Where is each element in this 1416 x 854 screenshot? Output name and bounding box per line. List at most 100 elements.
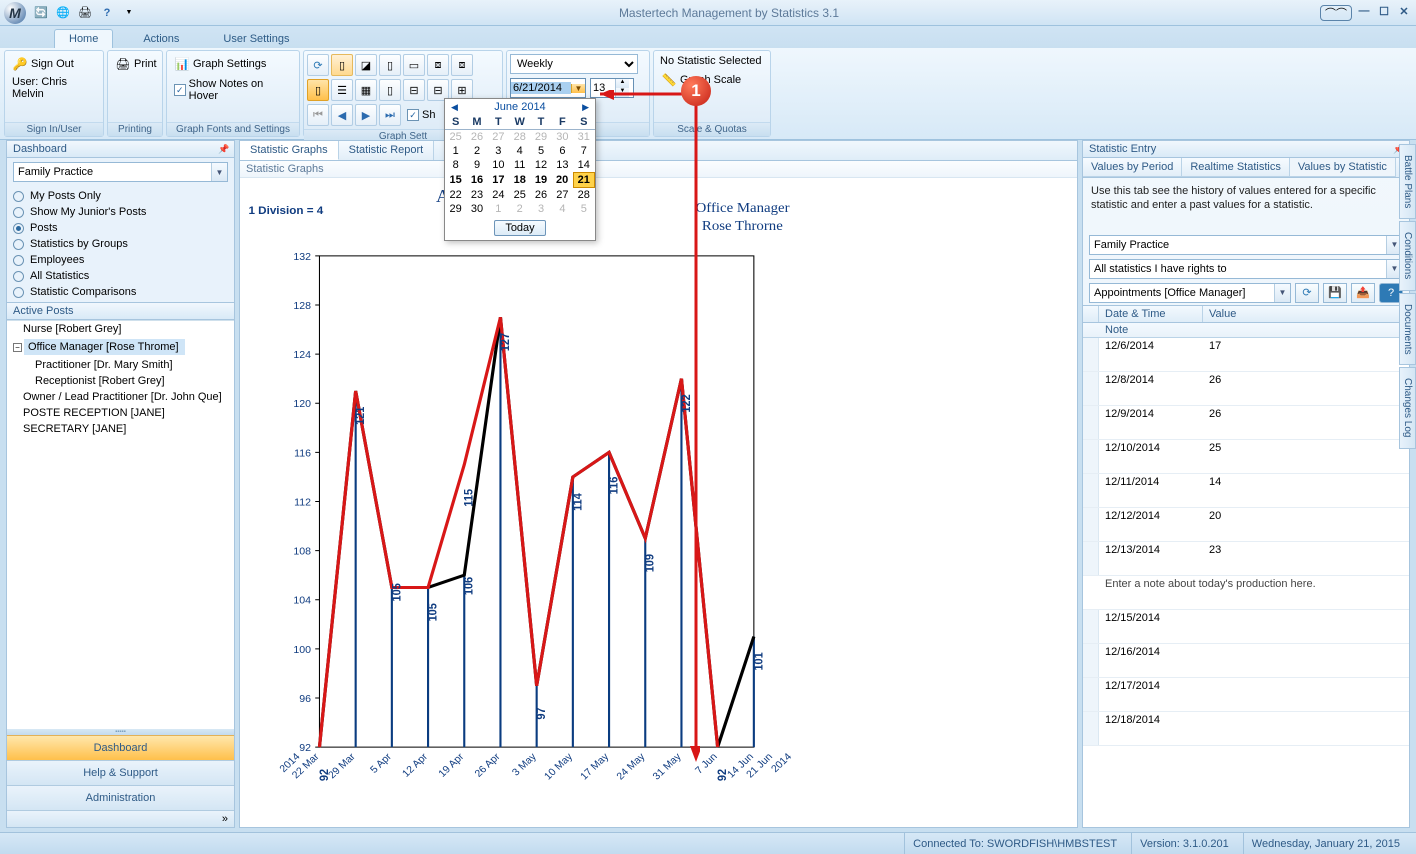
- ribbon-minimize-icon[interactable]: ⌒⌒: [1320, 5, 1352, 21]
- periods-spinner[interactable]: ▲▼: [590, 78, 634, 98]
- tree-item-practitioner[interactable]: Practitioner [Dr. Mary Smith]: [7, 357, 234, 373]
- cal-day[interactable]: 29: [445, 202, 466, 216]
- cal-day[interactable]: 4: [552, 202, 573, 216]
- table-row[interactable]: 12/10/201425: [1083, 440, 1409, 474]
- layout3-button[interactable]: ▯: [379, 54, 401, 76]
- ribbon-tab-user-settings[interactable]: User Settings: [209, 30, 303, 48]
- tree-item-receptionist[interactable]: Receptionist [Robert Grey]: [7, 373, 234, 389]
- sign-out-button[interactable]: 🔑Sign Out: [8, 54, 78, 74]
- cal-day[interactable]: 20: [552, 173, 573, 188]
- cal-day[interactable]: 6: [552, 144, 573, 158]
- cal-day[interactable]: 16: [466, 173, 487, 188]
- table-row[interactable]: 12/11/201414: [1083, 474, 1409, 508]
- period-grid-button[interactable]: ▦: [355, 79, 377, 101]
- cal-day[interactable]: 23: [466, 188, 487, 203]
- cal-day[interactable]: 25: [509, 188, 530, 203]
- cal-day[interactable]: 28: [573, 188, 594, 203]
- col-note-header[interactable]: Note: [1083, 323, 1409, 338]
- tab-stat-graphs[interactable]: Statistic Graphs: [240, 141, 339, 160]
- nav-last-button[interactable]: ⏭: [379, 104, 401, 126]
- cal-day[interactable]: 8: [445, 158, 466, 173]
- cal-day[interactable]: 27: [552, 188, 573, 203]
- col-value-header[interactable]: Value: [1203, 306, 1409, 322]
- tree-item-nurse[interactable]: Nurse [Robert Grey]: [7, 321, 234, 337]
- table-row[interactable]: 12/8/201426: [1083, 372, 1409, 406]
- cal-day[interactable]: 12: [530, 158, 551, 173]
- cal-day[interactable]: 13: [552, 158, 573, 173]
- cal-day[interactable]: 30: [552, 130, 573, 145]
- period-split-button[interactable]: ▯: [379, 79, 401, 101]
- cal-day[interactable]: 7: [573, 144, 594, 158]
- qat-print-icon[interactable]: 🖨: [76, 4, 94, 22]
- chevron-down-icon[interactable]: ▼: [211, 163, 227, 181]
- cal-day[interactable]: 2: [466, 144, 487, 158]
- row-note[interactable]: Enter a note about today's production he…: [1083, 576, 1409, 610]
- print-button[interactable]: 🖨Print: [111, 54, 161, 74]
- date-picker[interactable]: ▼: [510, 78, 586, 98]
- refresh-button[interactable]: ⟳: [1295, 283, 1319, 303]
- period-col-button[interactable]: ▯: [307, 79, 329, 101]
- cal-day[interactable]: 1: [445, 144, 466, 158]
- table-row[interactable]: 12/17/2014: [1083, 678, 1409, 712]
- nav-prev-button[interactable]: ◀: [331, 104, 353, 126]
- chevron-down-icon[interactable]: ▼: [1274, 284, 1290, 302]
- edge-tab-changes-log[interactable]: Changes Log: [1399, 367, 1416, 449]
- practice-combo[interactable]: ▼: [13, 162, 228, 182]
- cal-day[interactable]: 30: [466, 202, 487, 216]
- cal-day[interactable]: 24: [488, 188, 509, 203]
- date-dropdown-icon[interactable]: ▼: [571, 84, 585, 93]
- layout2-button[interactable]: ◪: [355, 54, 377, 76]
- periods-input[interactable]: [591, 82, 615, 94]
- table-row[interactable]: 12/13/201423: [1083, 542, 1409, 576]
- tab-realtime[interactable]: Realtime Statistics: [1182, 158, 1289, 177]
- entry-practice-combo[interactable]: ▼: [1089, 235, 1403, 255]
- layout4-button[interactable]: ▭: [403, 54, 425, 76]
- edge-tab-documents[interactable]: Documents: [1399, 293, 1416, 366]
- edge-tab-battle-plans[interactable]: Battle Plans: [1399, 144, 1416, 219]
- collapse-icon[interactable]: −: [13, 343, 22, 352]
- tree-item-owner[interactable]: Owner / Lead Practitioner [Dr. John Que]: [7, 389, 234, 405]
- grid-body[interactable]: 12/6/20141712/8/20142612/9/20142612/10/2…: [1083, 338, 1409, 827]
- tab-values-by-statistic[interactable]: Values by Statistic: [1290, 158, 1396, 177]
- radio-statistics-by-groups[interactable]: Statistics by Groups: [13, 236, 228, 252]
- nav-first-button[interactable]: ⏮: [307, 104, 329, 126]
- cal-day[interactable]: 14: [573, 158, 594, 173]
- tab-values-by-period[interactable]: Values by Period: [1083, 158, 1182, 177]
- cal-day[interactable]: 17: [488, 173, 509, 188]
- radio-statistic-comparisons[interactable]: Statistic Comparisons: [13, 284, 228, 300]
- cal-day[interactable]: 29: [530, 130, 551, 145]
- radio-all-statistics[interactable]: All Statistics: [13, 268, 228, 284]
- nav-expander[interactable]: »: [7, 810, 234, 827]
- radio-employees[interactable]: Employees: [13, 252, 228, 268]
- edge-tab-conditions[interactable]: Conditions: [1399, 221, 1416, 290]
- cal-day[interactable]: 1: [488, 202, 509, 216]
- cal-day[interactable]: 31: [573, 130, 594, 145]
- minimize-button[interactable]: —: [1356, 5, 1372, 21]
- cal-day[interactable]: 5: [530, 144, 551, 158]
- qat-globe-icon[interactable]: 🌐: [54, 4, 72, 22]
- maximize-button[interactable]: ☐: [1376, 5, 1392, 21]
- show-notes-checkbox[interactable]: ✓Show Notes on Hover: [170, 76, 296, 104]
- entry-rights-combo[interactable]: ▼: [1089, 259, 1403, 279]
- cal-day[interactable]: 18: [509, 173, 530, 188]
- nav-next-button[interactable]: ▶: [355, 104, 377, 126]
- cal-day[interactable]: 28: [509, 130, 530, 145]
- frequency-select[interactable]: Weekly: [510, 54, 638, 74]
- cal-day[interactable]: 15: [445, 173, 466, 188]
- tree-item-poste[interactable]: POSTE RECEPTION [JANE]: [7, 405, 234, 421]
- date-input[interactable]: [511, 82, 571, 94]
- save-button[interactable]: 💾: [1323, 283, 1347, 303]
- cal-day[interactable]: 2: [509, 202, 530, 216]
- layout5-button[interactable]: ⧈: [427, 54, 449, 76]
- table-row[interactable]: 12/6/201417: [1083, 338, 1409, 372]
- cal-day[interactable]: 26: [530, 188, 551, 203]
- layout6-button[interactable]: ⧈: [451, 54, 473, 76]
- table-row[interactable]: 12/15/2014: [1083, 610, 1409, 644]
- cal-day[interactable]: 21: [573, 173, 594, 188]
- spin-up-icon[interactable]: ▲: [616, 79, 629, 88]
- refresh-graph-button[interactable]: ⟳: [307, 54, 329, 76]
- cal-day[interactable]: 25: [445, 130, 466, 145]
- cal-day[interactable]: 22: [445, 188, 466, 203]
- period-rows-button[interactable]: ☰: [331, 79, 353, 101]
- cal-day[interactable]: 5: [573, 202, 594, 216]
